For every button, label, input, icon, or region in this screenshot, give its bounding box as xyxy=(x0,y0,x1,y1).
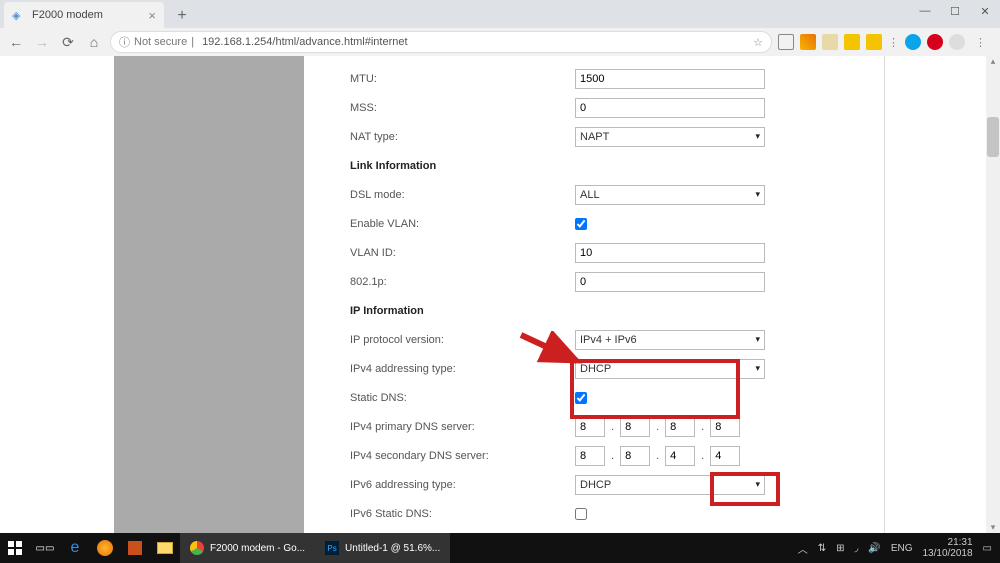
window-controls: — ☐ ✕ xyxy=(910,0,1000,22)
menu-icon[interactable]: ⋮ xyxy=(971,36,990,49)
page-viewport: MTU: MSS: NAT type: NAPT Link Informatio… xyxy=(0,56,1000,533)
nat-label: NAT type: xyxy=(350,131,575,143)
tray-up-icon[interactable]: ︿ xyxy=(798,541,808,556)
ipv4-pri-oct2[interactable] xyxy=(620,417,650,437)
taskbar: ▭▭ e F2000 modem - Go... Ps Untitled-1 @… xyxy=(0,533,1000,563)
nat-select[interactable]: NAPT xyxy=(575,127,765,147)
ipv4-addr-select[interactable]: DHCP xyxy=(575,359,765,379)
start-button[interactable] xyxy=(0,533,30,563)
mtu-label: MTU: xyxy=(350,73,575,85)
sidebar-placeholder xyxy=(114,56,304,533)
clock[interactable]: 21:31 13/10/2018 xyxy=(922,537,972,559)
tab-bar: ◈ F2000 modem × + — ☐ ✕ xyxy=(0,0,1000,28)
ip-proto-label: IP protocol version: xyxy=(350,334,575,346)
reload-button[interactable]: ⟳ xyxy=(58,32,78,52)
p8021-input[interactable] xyxy=(575,272,765,292)
new-tab-button[interactable]: + xyxy=(170,4,194,28)
abp-icon[interactable] xyxy=(927,34,943,50)
star-icon[interactable]: ☆ xyxy=(753,36,763,49)
scrollbar[interactable]: ▴ ▾ xyxy=(986,56,1000,533)
ipv4-secondary-dns: . . . xyxy=(575,446,740,466)
ipv6-addr-select[interactable]: DHCP xyxy=(575,475,765,495)
profile-icon[interactable] xyxy=(949,34,965,50)
scroll-thumb[interactable] xyxy=(987,117,999,157)
wifi-icon[interactable]: ◞ xyxy=(854,543,858,554)
volume-icon[interactable]: 🔊 xyxy=(868,543,880,554)
taskbar-photoshop[interactable]: Ps Untitled-1 @ 51.6%... xyxy=(315,533,450,563)
mtu-input[interactable] xyxy=(575,69,765,89)
vlan-enable-checkbox[interactable] xyxy=(575,218,587,230)
devices-icon[interactable]: ⇅ xyxy=(818,543,826,554)
edge-icon[interactable]: e xyxy=(60,533,90,563)
settings-form: MTU: MSS: NAT type: NAPT Link Informatio… xyxy=(330,56,885,533)
browser-tab[interactable]: ◈ F2000 modem × xyxy=(4,2,164,28)
ext-icon-2[interactable] xyxy=(822,34,838,50)
tab-title: F2000 modem xyxy=(32,9,103,21)
ipv4-primary-dns: . . . xyxy=(575,417,740,437)
ipv4-addr-label: IPv4 addressing type: xyxy=(350,363,575,375)
ext-icon-1[interactable] xyxy=(800,34,816,50)
ipv6-addr-label: IPv6 addressing type: xyxy=(350,479,575,491)
browser-chrome: ◈ F2000 modem × + — ☐ ✕ ← → ⟳ ⌂ ⓘ Not se… xyxy=(0,0,1000,56)
firefox-icon[interactable] xyxy=(90,533,120,563)
lang-indicator[interactable]: ENG xyxy=(891,543,913,554)
ip-section-header: IP Information xyxy=(350,305,575,317)
ipv6-static-checkbox[interactable] xyxy=(575,508,587,520)
ipv4-pri-oct4[interactable] xyxy=(710,417,740,437)
minimize-button[interactable]: — xyxy=(910,0,940,22)
system-tray: ︿ ⇅ ⊞ ◞ 🔊 ENG 21:31 13/10/2018 ▭ xyxy=(798,537,1000,559)
url-text: 192.168.1.254/html/advance.html#internet xyxy=(202,36,407,48)
ipv4-sec-label: IPv4 secondary DNS server: xyxy=(350,450,575,462)
dsl-select[interactable]: ALL xyxy=(575,185,765,205)
back-button[interactable]: ← xyxy=(6,32,26,52)
ext-dots-icon[interactable]: ⋮ xyxy=(888,36,899,49)
ipv4-pri-label: IPv4 primary DNS server: xyxy=(350,421,575,433)
ipv4-sec-oct2[interactable] xyxy=(620,446,650,466)
cast-icon[interactable] xyxy=(778,34,794,50)
tab-favicon-icon: ◈ xyxy=(12,8,26,22)
p8021-label: 802.1p: xyxy=(350,276,575,288)
ip-proto-select[interactable]: IPv4 + IPv6 xyxy=(575,330,765,350)
extension-icons: ⋮ ⋮ xyxy=(778,34,994,50)
mss-input[interactable] xyxy=(575,98,765,118)
ipv4-sec-oct4[interactable] xyxy=(710,446,740,466)
vlan-id-input[interactable] xyxy=(575,243,765,263)
app-icon-1[interactable] xyxy=(120,533,150,563)
not-secure-label: ⓘ Not secure | xyxy=(119,34,194,50)
explorer-icon[interactable] xyxy=(150,533,180,563)
ipv4-sec-oct3[interactable] xyxy=(665,446,695,466)
ext-icon-5[interactable] xyxy=(905,34,921,50)
scroll-down-icon[interactable]: ▾ xyxy=(991,522,996,533)
link-section-header: Link Information xyxy=(350,160,575,172)
dsl-label: DSL mode: xyxy=(350,189,575,201)
notifications-icon[interactable]: ▭ xyxy=(983,543,992,554)
static-dns-checkbox[interactable] xyxy=(575,392,587,404)
address-bar: ← → ⟳ ⌂ ⓘ Not secure | 192.168.1.254/htm… xyxy=(0,28,1000,56)
ipv6-static-label: IPv6 Static DNS: xyxy=(350,508,575,520)
close-window-button[interactable]: ✕ xyxy=(970,0,1000,22)
ext-icon-3[interactable] xyxy=(844,34,860,50)
vlan-id-label: VLAN ID: xyxy=(350,247,575,259)
task-view-icon[interactable]: ▭▭ xyxy=(30,533,60,563)
scroll-up-icon[interactable]: ▴ xyxy=(991,56,996,67)
ipv4-pri-oct3[interactable] xyxy=(665,417,695,437)
taskbar-chrome[interactable]: F2000 modem - Go... xyxy=(180,533,315,563)
dropbox-icon[interactable]: ⊞ xyxy=(836,543,844,554)
ext-icon-4[interactable] xyxy=(866,34,882,50)
static-dns-label: Static DNS: xyxy=(350,392,575,404)
close-icon[interactable]: × xyxy=(148,8,156,23)
url-input[interactable]: ⓘ Not secure | 192.168.1.254/html/advanc… xyxy=(110,31,772,53)
ipv4-sec-oct1[interactable] xyxy=(575,446,605,466)
forward-button[interactable]: → xyxy=(32,32,52,52)
mss-label: MSS: xyxy=(350,102,575,114)
home-button[interactable]: ⌂ xyxy=(84,32,104,52)
maximize-button[interactable]: ☐ xyxy=(940,0,970,22)
ipv4-pri-oct1[interactable] xyxy=(575,417,605,437)
vlan-enable-label: Enable VLAN: xyxy=(350,218,575,230)
